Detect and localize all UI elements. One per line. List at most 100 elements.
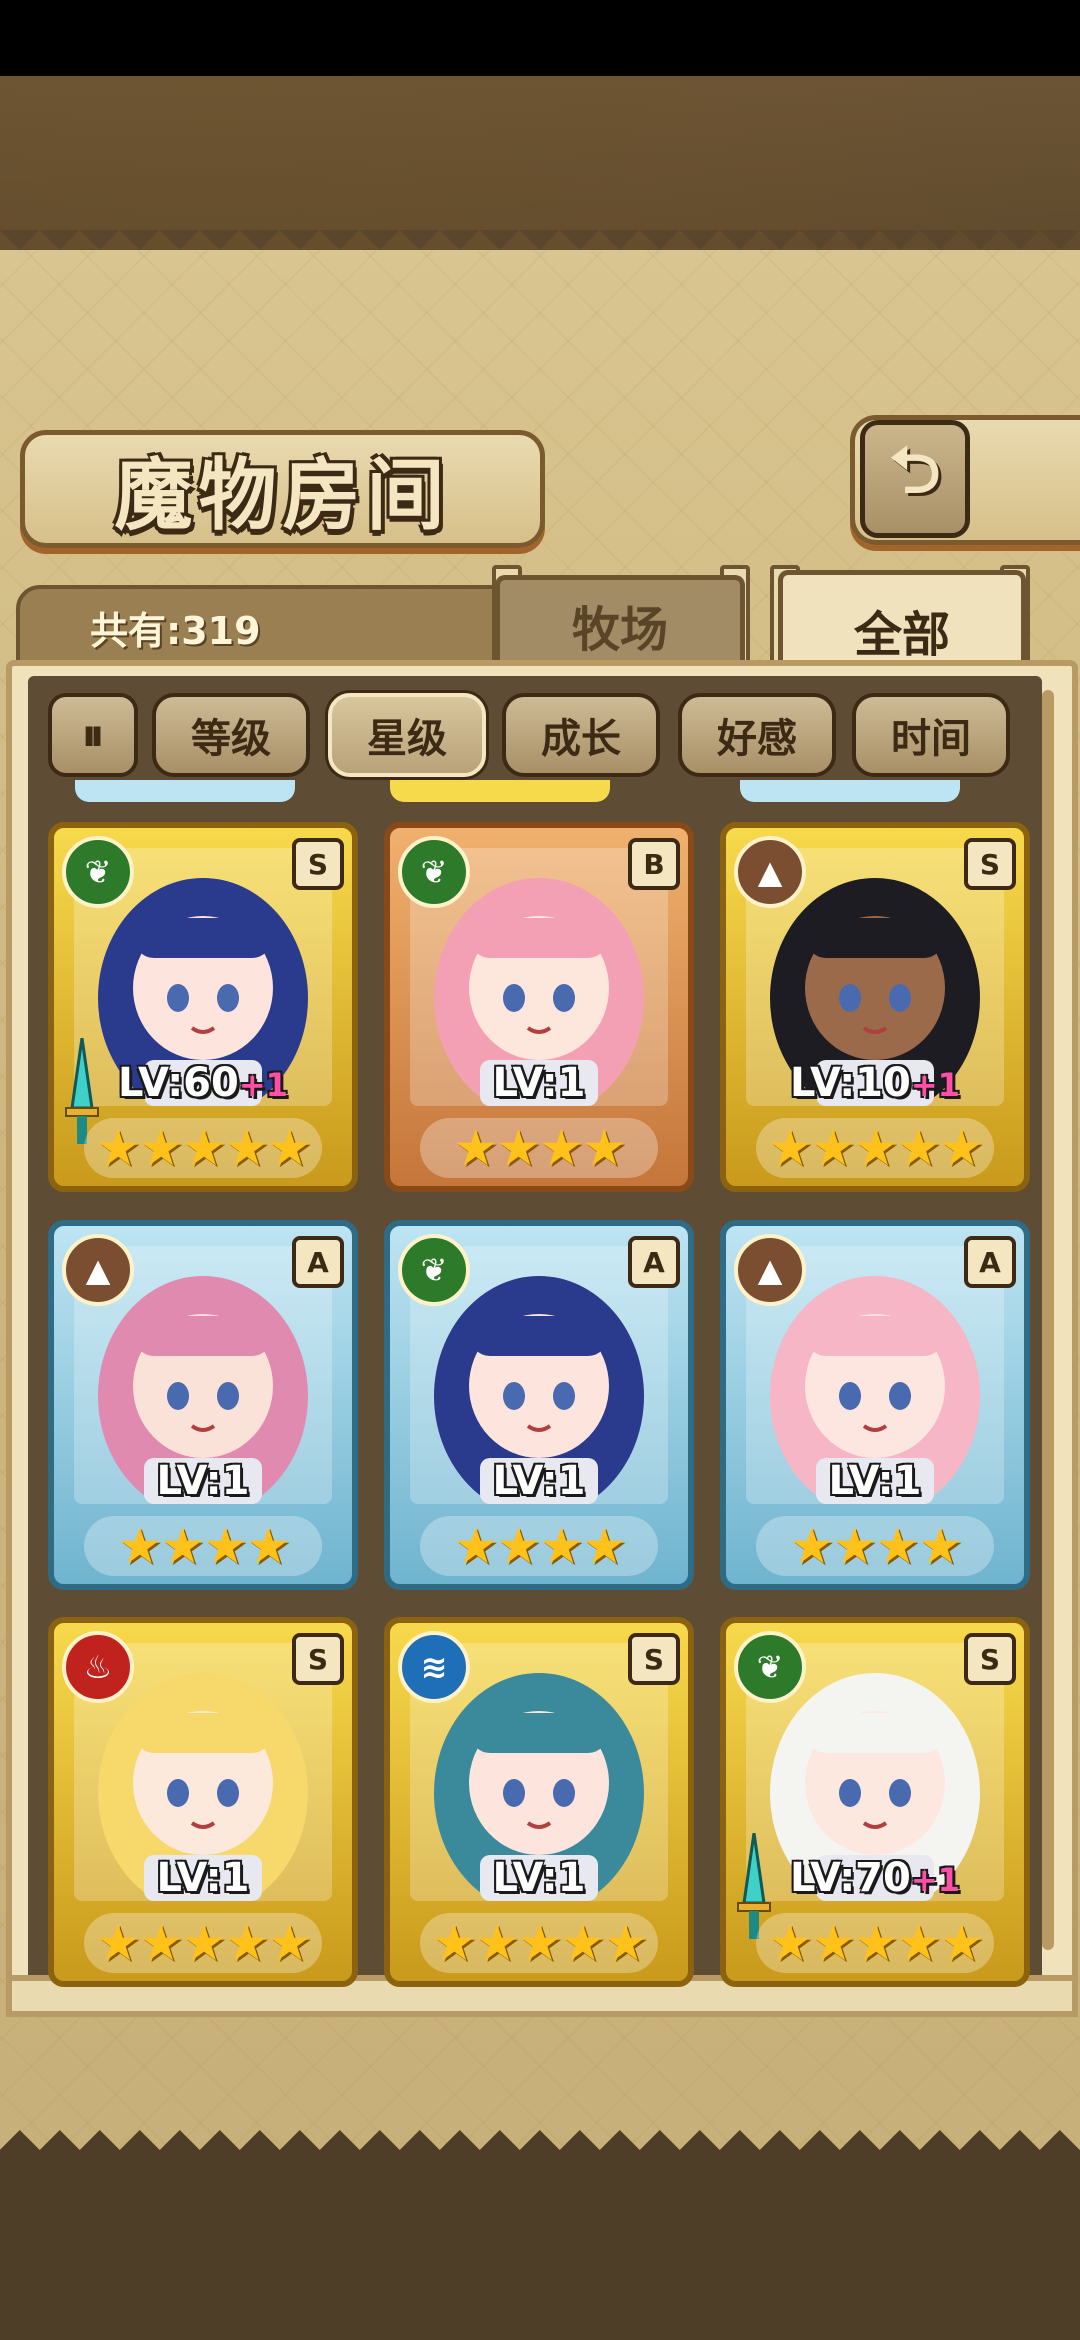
scrolled-card-edge <box>75 780 295 802</box>
star-icon: ★ <box>496 1517 541 1575</box>
star-icon: ★ <box>138 1119 184 1177</box>
star-rating: ★ ★ ★ ★ ★ <box>84 1118 322 1178</box>
monster-level: LV:1 <box>390 1060 688 1106</box>
star-rating: ★ ★ ★ ★ <box>420 1118 658 1178</box>
page-title: 魔物房间 <box>114 450 451 541</box>
level-text: LV:70 <box>790 1855 911 1901</box>
star-icon: ★ <box>95 1119 141 1177</box>
sort-star-button[interactable]: 星级 <box>328 693 486 777</box>
sort-time-button[interactable]: 时间 <box>852 693 1010 777</box>
monster-level: LV:60+1 <box>54 1060 352 1106</box>
star-icon: ★ <box>431 1914 477 1972</box>
star-rating: ★ ★ ★ ★ ★ <box>756 1913 994 1973</box>
earth-element-icon: ▲ <box>734 836 806 908</box>
title-plate: 魔物房间 <box>20 430 545 548</box>
monster-card[interactable]: ❦ A LV:1 ★ ★ ★ ★ <box>384 1220 694 1590</box>
star-icon: ★ <box>853 1914 899 1972</box>
star-icon: ★ <box>453 1517 498 1575</box>
star-icon: ★ <box>203 1517 248 1575</box>
star-icon: ★ <box>767 1119 813 1177</box>
star-icon: ★ <box>224 1119 269 1177</box>
water-element-icon: ≋ <box>398 1631 470 1703</box>
star-icon: ★ <box>539 1517 584 1575</box>
sort-level-button[interactable]: 等级 <box>152 693 310 777</box>
tab-ranch[interactable]: 牧场 <box>495 575 745 670</box>
star-rating: ★ ★ ★ ★ <box>756 1516 994 1576</box>
star-icon: ★ <box>896 1119 941 1177</box>
star-rating: ★ ★ ★ ★ <box>420 1516 658 1576</box>
torn-edge-bottom <box>0 2110 1080 2150</box>
monster-card[interactable]: ❦ S LV:60+1 ★ ★ ★ ★ ★ <box>48 822 358 1192</box>
star-rating: ★ ★ ★ ★ ★ <box>84 1913 322 1973</box>
rank-badge: S <box>964 838 1016 890</box>
star-icon: ★ <box>939 1914 984 1972</box>
star-icon: ★ <box>224 1914 269 1972</box>
monster-level: LV:1 <box>390 1458 688 1504</box>
star-icon: ★ <box>496 1119 541 1177</box>
rank-badge: S <box>292 1633 344 1685</box>
fire-element-icon: ♨ <box>62 1631 134 1703</box>
rank-badge: S <box>628 1633 680 1685</box>
return-arrow-icon: ⮌ <box>889 434 941 508</box>
scrolled-card-edge <box>390 780 610 802</box>
sort-growth-button[interactable]: 成长 <box>502 693 660 777</box>
level-text: LV:1 <box>156 1855 250 1901</box>
star-icon: ★ <box>810 1119 856 1177</box>
level-text: LV:1 <box>828 1458 922 1504</box>
star-icon: ★ <box>517 1914 563 1972</box>
star-icon: ★ <box>95 1914 141 1972</box>
star-icon: ★ <box>267 1914 312 1972</box>
star-icon: ★ <box>181 1914 227 1972</box>
monster-level: LV:1 <box>54 1855 352 1901</box>
star-icon: ★ <box>160 1517 205 1575</box>
level-text: LV:1 <box>156 1458 250 1504</box>
star-icon: ★ <box>939 1119 984 1177</box>
scrolled-card-edge <box>740 780 960 802</box>
star-icon: ★ <box>832 1517 877 1575</box>
monster-card[interactable]: ❦ B LV:1 ★ ★ ★ ★ <box>384 822 694 1192</box>
star-icon: ★ <box>267 1119 312 1177</box>
scrollbar[interactable] <box>1042 690 1054 1950</box>
rank-badge: A <box>292 1236 344 1288</box>
monster-card[interactable]: ▲ A LV:1 ★ ★ ★ ★ <box>48 1220 358 1590</box>
star-icon: ★ <box>560 1914 605 1972</box>
monster-card[interactable]: ▲ A LV:1 ★ ★ ★ ★ <box>720 1220 1030 1590</box>
back-button[interactable]: ⮌ <box>860 420 970 538</box>
monster-card[interactable]: ▲ S LV:10+1 ★ ★ ★ ★ ★ <box>720 822 1030 1192</box>
status-bar <box>0 0 1080 76</box>
earth-element-icon: ▲ <box>734 1234 806 1306</box>
monster-level: LV:70+1 <box>726 1855 1024 1901</box>
torn-edge-top <box>0 230 1080 270</box>
sort-order-toggle[interactable]: ⏸ <box>48 693 138 777</box>
monster-card[interactable]: ≋ S LV:1 ★ ★ ★ ★ ★ <box>384 1617 694 1987</box>
nature-element-icon: ❦ <box>734 1631 806 1703</box>
nature-element-icon: ❦ <box>62 836 134 908</box>
rank-badge: A <box>628 1236 680 1288</box>
star-rating: ★ ★ ★ ★ ★ <box>420 1913 658 1973</box>
monster-card[interactable]: ♨ S LV:1 ★ ★ ★ ★ ★ <box>48 1617 358 1987</box>
sort-affection-button[interactable]: 好感 <box>678 693 836 777</box>
monster-count: 共有:319 <box>90 609 261 653</box>
monster-card[interactable]: ❦ S LV:70+1 ★ ★ ★ ★ ★ <box>720 1617 1030 1987</box>
star-icon: ★ <box>853 1119 899 1177</box>
star-icon: ★ <box>539 1119 584 1177</box>
lower-map-background <box>0 2150 1080 2340</box>
level-text: LV:10 <box>790 1060 911 1106</box>
level-text: LV:1 <box>492 1458 586 1504</box>
nature-element-icon: ❦ <box>398 836 470 908</box>
star-icon: ★ <box>245 1517 291 1575</box>
rank-badge: S <box>964 1633 1016 1685</box>
level-text: LV:1 <box>492 1060 586 1106</box>
level-bonus: +1 <box>238 1066 288 1104</box>
level-bonus: +1 <box>910 1066 960 1104</box>
earth-element-icon: ▲ <box>62 1234 134 1306</box>
star-icon: ★ <box>453 1119 498 1177</box>
star-rating: ★ ★ ★ ★ <box>84 1516 322 1576</box>
monster-level: LV:10+1 <box>726 1060 1024 1106</box>
star-icon: ★ <box>810 1914 856 1972</box>
rank-badge: A <box>964 1236 1016 1288</box>
monster-level: LV:1 <box>726 1458 1024 1504</box>
star-icon: ★ <box>917 1517 963 1575</box>
star-icon: ★ <box>138 1914 184 1972</box>
rank-badge: B <box>628 838 680 890</box>
